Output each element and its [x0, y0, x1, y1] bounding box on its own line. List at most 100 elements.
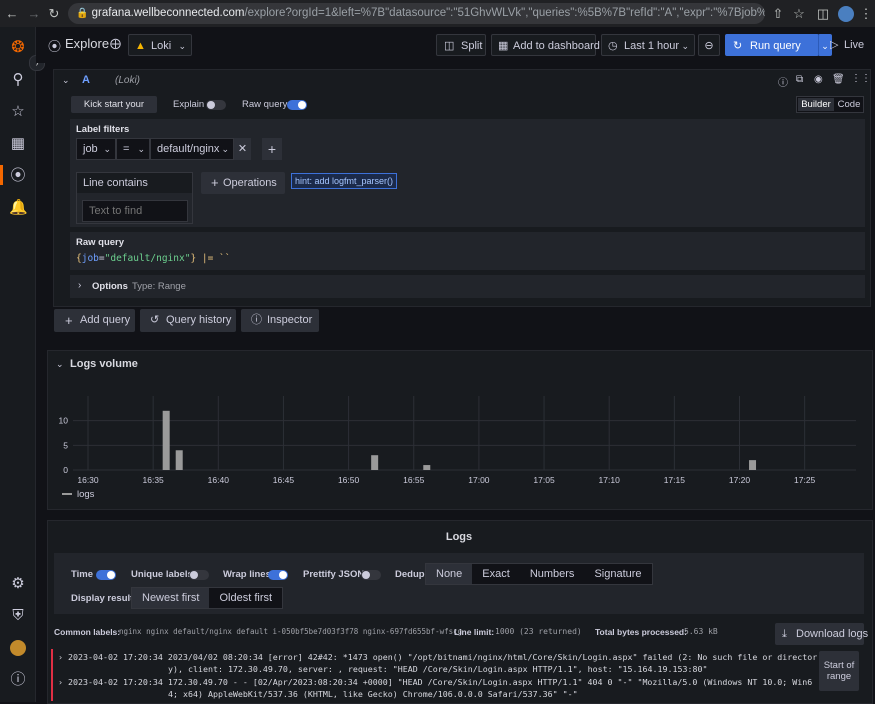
legend-label-logs[interactable]: logs	[77, 489, 94, 500]
raw-query-title: Raw query	[76, 237, 125, 248]
x-tick-label: 16:35	[143, 475, 165, 485]
toggle-knob	[107, 571, 115, 579]
query-history-button[interactable]: ↺ Query history	[140, 309, 236, 332]
run-query-button[interactable]: ↻ Run query	[725, 34, 819, 56]
download-logs-button[interactable]: ⤓ Download logs	[775, 623, 868, 645]
share-link-icon[interactable]: ⨁	[110, 37, 121, 50]
code-mode-tab[interactable]: Code	[835, 98, 863, 111]
bookmark-star-icon[interactable]: ☆	[791, 0, 807, 27]
trash-icon[interactable]: 🗑	[832, 74, 845, 85]
profile-avatar[interactable]	[838, 6, 854, 22]
raw-query-toggle[interactable]	[287, 100, 307, 110]
label-key-select[interactable]: job ⌄	[76, 138, 116, 160]
x-tick-label: 17:25	[794, 475, 816, 485]
dedup-option-none[interactable]: None	[426, 564, 473, 584]
sidebar-toggle-icon[interactable]: ◫	[815, 0, 831, 27]
logs-options-bar: Time Unique labels Wrap lines Prettify J…	[54, 553, 864, 614]
options-title: Options	[92, 281, 128, 292]
prettify-json-label: Prettify JSON	[303, 569, 365, 580]
start-of-range-button[interactable]: Start of range	[819, 651, 859, 691]
add-query-button[interactable]: + Add query	[54, 309, 135, 332]
log-row[interactable]: › 2023-04-02 17:20:34 172.30.49.70 - - […	[58, 676, 818, 700]
builder-area: Label filters job ⌄ = ⌄ default/nginx ⌄ …	[70, 119, 865, 227]
zoom-out-icon: ⊖	[704, 40, 714, 52]
label-operator-select[interactable]: = ⌄	[116, 138, 150, 160]
user-avatar[interactable]	[10, 640, 26, 656]
dedup-option-exact[interactable]: Exact	[472, 564, 520, 584]
reload-icon[interactable]: ↻	[46, 0, 62, 27]
help-icon[interactable]: ⓘ	[9, 671, 27, 689]
add-filter-icon[interactable]: +	[262, 138, 282, 160]
unique-labels-label: Unique labels	[131, 569, 193, 580]
collapse-chevron-icon[interactable]: ⌄	[56, 359, 64, 370]
inspector-button[interactable]: ⓘ Inspector	[241, 309, 319, 332]
raw-query-value: "default/nginx"	[104, 253, 191, 264]
starred-icon[interactable]: ☆	[9, 103, 27, 121]
time-range-picker[interactable]: ◷ Last 1 hour ⌄	[601, 34, 695, 56]
prettify-json-toggle[interactable]	[361, 570, 381, 580]
explore-compass-icon[interactable]: ⦿	[9, 167, 27, 185]
dashboards-icon[interactable]: ▦	[9, 135, 27, 153]
x-tick-label: 16:30	[77, 475, 99, 485]
query-ref-id[interactable]: A	[82, 74, 90, 86]
back-icon[interactable]: ←	[4, 0, 20, 27]
dedup-option-numbers[interactable]: Numbers	[520, 564, 585, 584]
operations-label: Operations	[223, 177, 277, 189]
editor-mode-switch: Builder Code	[796, 96, 864, 113]
unique-labels-toggle[interactable]	[189, 570, 209, 580]
label-value-select[interactable]: default/nginx ⌄	[150, 138, 234, 160]
shield-icon[interactable]: ⛨	[9, 607, 27, 625]
add-to-dashboard-button[interactable]: ▦ Add to dashboard	[491, 34, 600, 56]
datasource-picker[interactable]: ▲ Loki ⌄	[128, 34, 192, 56]
share-icon[interactable]: ⇧	[770, 0, 786, 27]
search-icon[interactable]: ⚲	[9, 71, 27, 89]
kick-start-button[interactable]: Kick start your query	[71, 96, 157, 127]
options-row[interactable]: › Options Type: Range	[70, 275, 865, 298]
operations-button[interactable]: + Operations	[201, 172, 285, 194]
logs-volume-chart: 0 5 10 16:30 16:35 16:40 16:45 16:50 16:55 17:00 1…	[59, 396, 856, 485]
wrap-lines-toggle[interactable]	[268, 570, 288, 580]
raw-query-toggle-label: Raw query	[242, 99, 288, 110]
explain-toggle[interactable]	[206, 100, 226, 110]
split-button[interactable]: ◫ Split	[436, 34, 486, 56]
forward-icon[interactable]: →	[26, 0, 42, 27]
address-bar[interactable]: 🔒 grafana.wellbeconnected.com/explore?or…	[68, 3, 765, 24]
history-icon: ↺	[150, 314, 160, 326]
settings-gear-icon[interactable]: ⚙	[9, 575, 27, 593]
time-toggle[interactable]	[96, 570, 116, 580]
url-host: grafana.wellbeconnected.com	[91, 7, 245, 19]
drag-handle-icon[interactable]: ⋮⋮	[851, 73, 871, 84]
download-icon: ⤓	[782, 628, 787, 640]
grafana-logo-icon[interactable]: ❂	[9, 39, 27, 57]
live-button[interactable]: ▷ Live	[825, 34, 870, 56]
options-type: Type: Range	[132, 281, 186, 292]
zoom-out-button[interactable]: ⊖	[698, 34, 720, 56]
logs-title: Logs	[445, 531, 473, 543]
alerting-bell-icon[interactable]: 🔔	[9, 199, 28, 217]
duplicate-icon[interactable]: ⧉	[796, 74, 803, 85]
menu-dots-icon[interactable]: ⋮	[858, 0, 874, 27]
help-icon[interactable]: ⓘ	[778, 74, 788, 89]
toggle-knob	[362, 571, 370, 579]
x-tick-label: 17:20	[729, 475, 751, 485]
x-tick-label: 16:40	[208, 475, 230, 485]
dedup-option-signature[interactable]: Signature	[584, 564, 651, 584]
time-range-label: Last 1 hour	[624, 40, 680, 52]
chevron-right-icon: ›	[58, 652, 68, 662]
remove-filter-icon[interactable]: ✕	[234, 138, 251, 160]
line-contains-input[interactable]	[82, 200, 188, 222]
collapse-chevron-icon[interactable]: ⌄	[62, 75, 70, 86]
y-tick-label: 10	[59, 416, 69, 426]
log-row[interactable]: › 2023-04-02 17:20:34 2023/04/02 08:20:3…	[58, 651, 818, 675]
volume-bar	[175, 450, 183, 470]
builder-mode-tab[interactable]: Builder	[798, 98, 834, 111]
oldest-first-option[interactable]: Oldest first	[209, 588, 282, 608]
hint-badge[interactable]: hint: add logfmt_parser()	[291, 173, 398, 189]
volume-bar	[371, 455, 379, 470]
newest-first-option[interactable]: Newest first	[132, 588, 210, 608]
label-key-value: job	[83, 143, 98, 155]
add-query-label: Add query	[80, 314, 131, 326]
eye-icon[interactable]: ◉	[814, 74, 823, 85]
plus-icon: +	[65, 313, 73, 328]
volume-bar	[423, 465, 431, 470]
